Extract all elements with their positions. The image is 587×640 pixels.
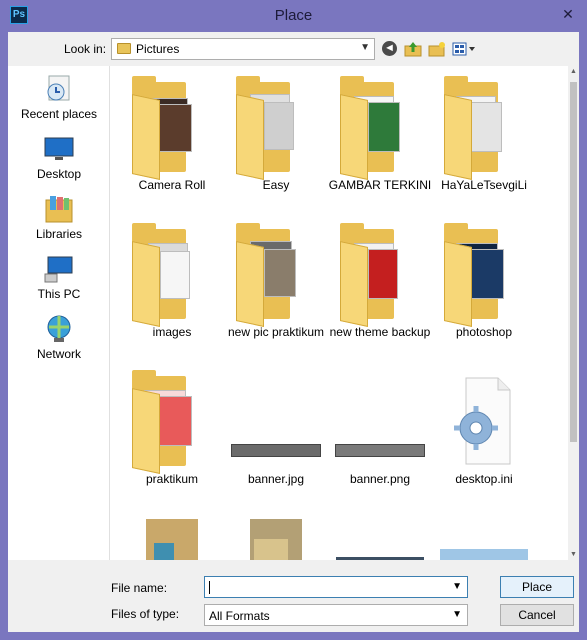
- desktop-icon: [43, 134, 75, 164]
- window-title: Place: [274, 7, 313, 24]
- file-label: HaYaLeTsevgiLi: [441, 178, 527, 192]
- folder-icon: [328, 221, 432, 327]
- title-bar: Ps Place ✕: [0, 0, 587, 32]
- folder-item[interactable]: praktikum: [120, 368, 224, 486]
- chevron-down-icon[interactable]: ▼: [452, 581, 462, 592]
- place-this-pc[interactable]: This PC: [8, 254, 110, 301]
- new-folder-icon: [428, 42, 445, 57]
- files-of-type-label: Files of type:: [111, 607, 180, 621]
- place-libraries[interactable]: Libraries: [8, 194, 110, 241]
- folder-item[interactable]: HaYaLeTsevgiLi: [432, 74, 536, 192]
- photo-file-item[interactable]: [120, 515, 224, 560]
- file-label: GAMBAR TERKINI: [328, 178, 432, 192]
- file-label: new theme backup: [329, 325, 431, 339]
- view-menu-icon: [452, 42, 475, 56]
- image-thumbnail: [328, 368, 432, 468]
- photo-file-item[interactable]: [224, 515, 328, 560]
- image-file-item[interactable]: banner.jpg: [224, 368, 328, 486]
- place-network[interactable]: Network: [8, 314, 110, 361]
- chevron-down-icon: ▼: [452, 609, 462, 620]
- image-thumbnail: [120, 515, 224, 560]
- file-label: images: [152, 325, 192, 339]
- libraries-icon: [43, 194, 75, 224]
- folder-icon: [432, 74, 536, 180]
- folder-item[interactable]: images: [120, 221, 224, 339]
- place-label: Recent places: [20, 107, 98, 121]
- image-thumbnail: [328, 515, 432, 560]
- folder-item[interactable]: GAMBAR TERKINI: [328, 74, 432, 192]
- folder-item[interactable]: Camera Roll: [120, 74, 224, 192]
- place-dialog: Look in: Pictures ▼ ◄ Recent places Desk…: [8, 32, 579, 632]
- file-label: banner.jpg: [247, 472, 305, 486]
- file-label: praktikum: [145, 472, 198, 486]
- file-label: banner.png: [349, 472, 411, 486]
- settings-file-item[interactable]: desktop.ini: [432, 368, 536, 486]
- photo-file-item[interactable]: [432, 515, 536, 560]
- image-file-item[interactable]: banner.png: [328, 368, 432, 486]
- back-button[interactable]: ◄: [382, 41, 397, 56]
- place-label: Desktop: [36, 167, 82, 181]
- folder-icon: [117, 43, 131, 54]
- new-folder-button[interactable]: [428, 41, 446, 57]
- scroll-up-icon[interactable]: ▲: [570, 68, 577, 75]
- chevron-down-icon: ▼: [360, 42, 370, 53]
- this-pc-icon: [43, 254, 75, 284]
- folder-icon: [328, 74, 432, 180]
- folder-item[interactable]: new pic praktikum: [224, 221, 328, 339]
- file-list: Camera Roll Easy GAMBAR TERKINI HaYaLeTs…: [110, 66, 568, 560]
- place-desktop[interactable]: Desktop: [8, 134, 110, 181]
- scrollbar-thumb[interactable]: [570, 82, 577, 442]
- folder-icon: [120, 74, 224, 180]
- file-label: new pic praktikum: [227, 325, 325, 339]
- close-button[interactable]: ✕: [557, 4, 579, 24]
- files-of-type-value: All Formats: [209, 609, 270, 623]
- file-label: photoshop: [455, 325, 513, 339]
- recent-places-icon: [43, 74, 75, 104]
- folder-item[interactable]: photoshop: [432, 221, 536, 339]
- image-thumbnail: [432, 515, 536, 560]
- look-in-label: Look in:: [64, 42, 107, 56]
- look-in-value: Pictures: [136, 42, 180, 56]
- folder-icon: [120, 368, 224, 474]
- folder-item[interactable]: new theme backup: [328, 221, 432, 339]
- folder-icon: [432, 221, 536, 327]
- places-bar: Recent places Desktop Libraries This PC …: [8, 66, 110, 560]
- file-label: desktop.ini: [455, 472, 513, 486]
- file-label: Camera Roll: [138, 178, 206, 192]
- place-label: This PC: [37, 287, 81, 301]
- photo-file-item[interactable]: [328, 515, 432, 560]
- place-button[interactable]: Place: [500, 576, 574, 598]
- settings-file-icon: [432, 368, 536, 468]
- look-in-dropdown[interactable]: Pictures ▼: [111, 38, 375, 60]
- file-name-input[interactable]: ▼: [204, 576, 468, 598]
- text-caret: [209, 581, 210, 594]
- up-folder-icon: [404, 42, 422, 57]
- file-name-label: File name:: [111, 581, 168, 595]
- image-thumbnail: [224, 368, 328, 468]
- place-recent-places[interactable]: Recent places: [8, 74, 110, 121]
- vertical-scrollbar[interactable]: ▲ ▼: [568, 66, 579, 560]
- folder-icon: [224, 74, 328, 180]
- image-thumbnail: [224, 515, 328, 560]
- up-one-level-button[interactable]: [404, 41, 422, 57]
- files-of-type-dropdown[interactable]: All Formats ▼: [204, 604, 468, 626]
- place-label: Network: [36, 347, 81, 361]
- folder-item[interactable]: Easy: [224, 74, 328, 192]
- network-icon: [43, 314, 75, 344]
- file-label: Easy: [262, 178, 290, 192]
- folder-icon: [120, 221, 224, 327]
- view-menu-button[interactable]: [452, 41, 476, 57]
- folder-icon: [224, 221, 328, 327]
- place-label: Libraries: [35, 227, 83, 241]
- scroll-down-icon[interactable]: ▼: [570, 551, 577, 558]
- cancel-button[interactable]: Cancel: [500, 604, 574, 626]
- dialog-bottom-panel: File name: ▼ Files of type: All Formats …: [8, 560, 579, 632]
